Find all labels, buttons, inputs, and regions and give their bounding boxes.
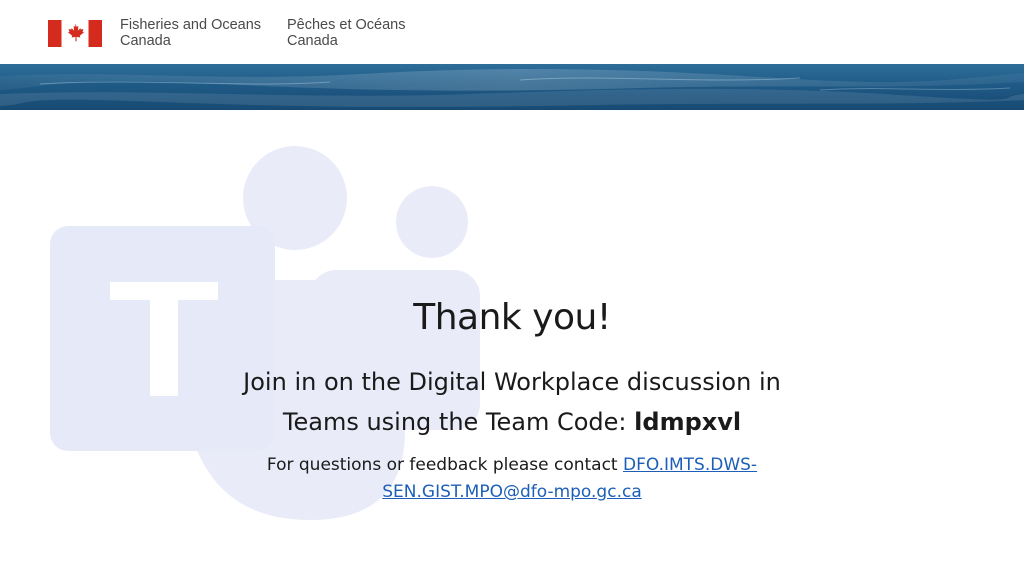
join-line2-prefix: Teams using the Team Code: <box>282 408 635 436</box>
contact-email-link-part2[interactable]: SEN.GIST.MPO@dfo-mpo.gc.ca <box>382 482 642 502</box>
page-title: Thank you! <box>413 297 611 338</box>
contact-message: For questions or feedback please contact… <box>220 452 804 506</box>
team-code: ldmpxvl <box>634 408 742 436</box>
contact-email-link-part1[interactable]: DFO.IMTS.DWS- <box>623 455 757 475</box>
contact-prefix: For questions or feedback please contact <box>266 455 624 475</box>
join-line1: Join in on the Digital Workplace discuss… <box>243 368 781 396</box>
main-content: Thank you! Join in on the Digital Workpl… <box>0 0 1024 576</box>
slide: Fisheries and Oceans Canada Pêches et Oc… <box>0 0 1024 576</box>
contact-line2: SEN.GIST.MPO@dfo-mpo.gc.ca <box>220 479 804 506</box>
join-line2: Teams using the Team Code: ldmpxvl <box>190 402 834 442</box>
contact-line1: For questions or feedback please contact… <box>220 452 804 479</box>
join-message: Join in on the Digital Workplace discuss… <box>190 362 834 442</box>
